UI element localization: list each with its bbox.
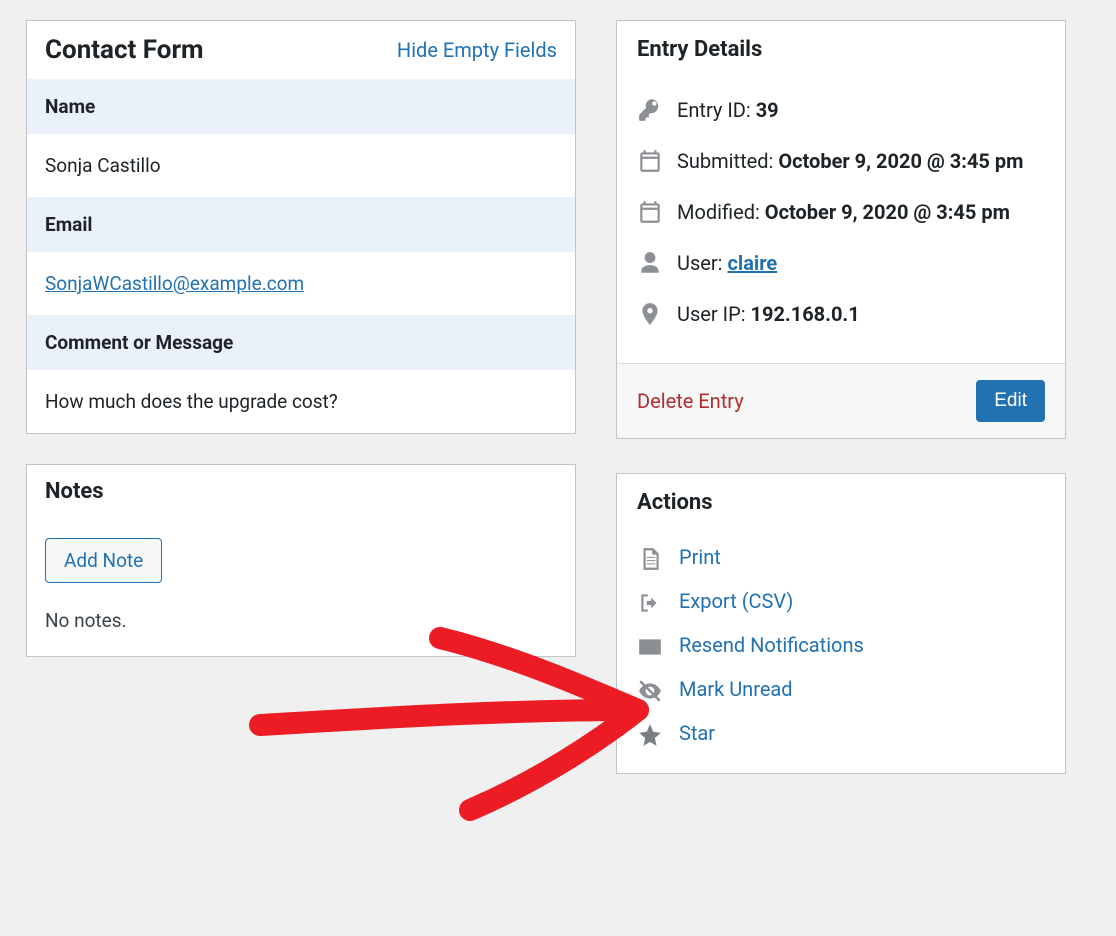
user-label: User: [677,251,727,275]
key-icon [637,98,663,122]
delete-entry-link[interactable]: Delete Entry [637,389,744,413]
user-icon [637,251,663,275]
action-resend[interactable]: Resend Notifications [637,623,1045,667]
entry-details-title: Entry Details [617,21,1065,78]
user-ip-value: 192.168.0.1 [751,302,860,326]
calendar-icon [637,149,663,173]
calendar-icon [637,200,663,224]
notes-title: Notes [45,479,104,504]
actions-title: Actions [617,474,1065,531]
star-icon [637,722,663,744]
notes-panel: Notes Add Note No notes. [26,464,576,657]
field-value-comment: How much does the upgrade cost? [27,370,575,433]
action-export-label: Export (CSV) [679,589,793,613]
action-resend-label: Resend Notifications [679,633,864,657]
location-icon [637,302,663,326]
eye-slash-icon [637,678,663,700]
entry-id-label: Entry ID: [677,98,756,122]
export-icon [637,590,663,612]
hide-empty-fields-link[interactable]: Hide Empty Fields [397,38,557,62]
actions-panel: Actions Print Export (CSV) [616,473,1066,774]
field-label-email: Email [27,197,575,252]
entry-id-value: 39 [756,98,779,122]
contact-form-panel: Contact Form Hide Empty Fields Name Sonj… [26,20,576,434]
contact-form-title: Contact Form [45,35,204,65]
user-link[interactable]: claire [727,251,777,275]
field-value-email[interactable]: SonjaWCastillo@example.com [45,272,304,295]
action-print-label: Print [679,545,721,569]
user-ip-label: User IP: [677,302,751,326]
field-value-name: Sonja Castillo [27,134,575,197]
action-star[interactable]: Star [637,711,1045,755]
modified-value: October 9, 2020 @ 3:45 pm [765,200,1010,224]
action-star-label: Star [679,721,715,745]
action-print[interactable]: Print [637,535,1045,579]
no-notes-text: No notes. [45,609,557,632]
edit-button[interactable]: Edit [976,380,1045,422]
action-mark-unread-label: Mark Unread [679,677,793,701]
entry-details-panel: Entry Details Entry ID: 39 Submitted: O [616,20,1066,439]
submitted-label: Submitted: [677,149,778,173]
field-label-comment: Comment or Message [27,315,575,370]
document-icon [637,546,663,568]
modified-label: Modified: [677,200,765,224]
envelope-icon [637,634,663,656]
action-export[interactable]: Export (CSV) [637,579,1045,623]
submitted-value: October 9, 2020 @ 3:45 pm [778,149,1023,173]
add-note-button[interactable]: Add Note [45,538,162,583]
action-mark-unread[interactable]: Mark Unread [637,667,1045,711]
field-label-name: Name [27,79,575,134]
